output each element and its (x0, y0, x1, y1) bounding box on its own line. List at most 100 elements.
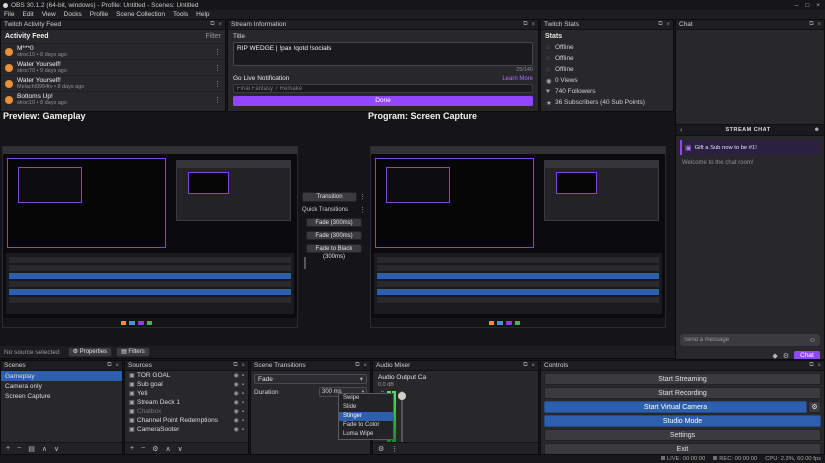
move-source-down-button[interactable]: ∨ (178, 445, 183, 453)
dropdown-option-swipe[interactable]: Swipe (339, 394, 393, 403)
scene-item-screen-capture[interactable]: Screen Capture (1, 391, 122, 401)
lock-icon[interactable]: ▪ (242, 382, 244, 388)
move-scene-down-button[interactable]: ∨ (54, 445, 59, 453)
quick-transition-button[interactable]: Fade to Black (300ms) (306, 244, 362, 260)
lock-icon[interactable]: ▪ (242, 391, 244, 397)
scene-item-gameplay[interactable]: Gameplay (1, 371, 122, 381)
popout-icon[interactable]: ⧉ (107, 362, 111, 369)
menu-help[interactable]: Help (192, 11, 213, 18)
source-item[interactable]: ▣ CameraSooter ◉ ▪ (125, 425, 248, 434)
source-item[interactable]: ▣ TOR GOAL ◉ ▪ (125, 371, 248, 380)
transition-select[interactable]: Fade ▾ (254, 374, 367, 384)
exit-button[interactable]: Exit (544, 443, 821, 454)
popout-icon[interactable]: ⧉ (658, 21, 662, 28)
add-scene-button[interactable]: + (6, 445, 10, 452)
chat-send-button[interactable]: Chat (794, 350, 820, 359)
kebab-icon[interactable]: ⋮ (214, 96, 221, 104)
lock-icon[interactable]: ▪ (242, 427, 244, 433)
source-properties-button[interactable]: ⚙ (152, 445, 158, 453)
transition-scrollbar[interactable] (304, 257, 306, 269)
close-dock-icon[interactable]: × (363, 363, 367, 369)
mixer-menu-icon[interactable]: ⋮ (391, 445, 398, 453)
quick-transition-button[interactable]: Fade (300ms) (306, 231, 362, 240)
lock-icon[interactable]: ▪ (242, 409, 244, 415)
chat-message-input[interactable] (684, 337, 809, 343)
popout-icon[interactable]: ⧉ (355, 362, 359, 369)
close-dock-icon[interactable]: × (531, 22, 535, 28)
activity-feed-filter[interactable]: Filter (205, 33, 221, 40)
virtual-camera-settings-icon[interactable]: ⚙ (808, 401, 821, 413)
remove-source-button[interactable]: − (141, 445, 145, 452)
settings-button[interactable]: Settings (544, 429, 821, 441)
minimize-icon[interactable]: – (795, 2, 799, 9)
scene-filters-button[interactable]: ▤ (28, 445, 35, 453)
close-dock-icon[interactable]: × (666, 22, 670, 28)
popout-icon[interactable]: ⧉ (233, 362, 237, 369)
activity-item[interactable]: Water Yourself! Melachi0954tv • 8 days a… (1, 75, 225, 91)
eye-icon[interactable]: ◉ (234, 381, 239, 388)
quick-transition-button[interactable]: Fade (300ms) (306, 218, 362, 227)
close-dock-icon[interactable]: × (817, 22, 821, 28)
studio-mode-button[interactable]: Studio Mode (544, 415, 821, 427)
quick-transitions-menu-icon[interactable]: ⋮ (359, 206, 366, 214)
source-item[interactable]: ▣ Channel Point Redemptions ◉ ▪ (125, 416, 248, 425)
eye-icon[interactable]: ◉ (234, 417, 239, 424)
source-item[interactable]: ▣ Sub goal ◉ ▪ (125, 380, 248, 389)
move-source-up-button[interactable]: ∧ (165, 445, 170, 453)
eye-icon[interactable]: ◉ (234, 390, 239, 397)
popout-icon[interactable]: ⧉ (210, 21, 214, 28)
close-dock-icon[interactable]: × (115, 363, 119, 369)
menu-profile[interactable]: Profile (86, 11, 112, 18)
maximize-icon[interactable]: □ (805, 2, 809, 9)
menu-view[interactable]: View (38, 11, 60, 18)
close-dock-icon[interactable]: × (241, 363, 245, 369)
eye-icon[interactable]: ◉ (234, 372, 239, 379)
activity-item[interactable]: Bottoms Up! stroc10 • 8 days ago ⋮ (1, 91, 225, 107)
eye-icon[interactable]: ◉ (234, 426, 239, 433)
program-canvas[interactable] (370, 146, 666, 328)
menu-file[interactable]: File (0, 11, 18, 18)
dropdown-option-luma-wipe[interactable]: Luma Wipe (339, 430, 393, 439)
remove-scene-button[interactable]: − (17, 445, 21, 452)
chat-settings-icon[interactable]: ⚙ (783, 352, 789, 360)
menu-tools[interactable]: Tools (169, 11, 192, 18)
source-item[interactable]: ▣ Chatbox ◉ ▪ (125, 407, 248, 416)
start-streaming-button[interactable]: Start Streaming (544, 373, 821, 385)
viewers-icon[interactable]: ☻ (814, 127, 820, 133)
popout-icon[interactable]: ⧉ (523, 21, 527, 28)
popout-icon[interactable]: ⧉ (809, 21, 813, 28)
close-dock-icon[interactable]: × (531, 363, 535, 369)
source-item[interactable]: ▣ Stream Deck 1 ◉ ▪ (125, 398, 248, 407)
preview-canvas[interactable] (2, 146, 298, 328)
popout-icon[interactable]: ⧉ (523, 362, 527, 369)
emote-icon[interactable]: ☺ (809, 337, 816, 344)
lock-icon[interactable]: ▪ (242, 400, 244, 406)
kebab-icon[interactable]: ⋮ (214, 64, 221, 72)
activity-item[interactable]: Water Yourself! stroc70 • 9 days ago ⋮ (1, 59, 225, 75)
eye-icon[interactable]: ◉ (234, 399, 239, 406)
popout-icon[interactable]: ⧉ (809, 362, 813, 369)
add-source-button[interactable]: + (130, 445, 134, 452)
kebab-icon[interactable]: ⋮ (214, 48, 221, 56)
filters-button[interactable]: ▤ Filters (116, 347, 150, 357)
go-live-input[interactable] (233, 84, 533, 93)
activity-item[interactable]: M***0 stroc10 • 8 days ago ⋮ (1, 43, 225, 59)
menu-edit[interactable]: Edit (18, 11, 37, 18)
done-button[interactable]: Done (233, 96, 533, 106)
mixer-settings-icon[interactable]: ⚙ (378, 445, 384, 453)
close-dock-icon[interactable]: × (817, 363, 821, 369)
move-scene-up-button[interactable]: ∧ (42, 445, 47, 453)
learn-more-link[interactable]: Learn More (502, 76, 533, 82)
lock-icon[interactable]: ▪ (242, 418, 244, 424)
kebab-icon[interactable]: ⋮ (214, 80, 221, 88)
menu-scene-collection[interactable]: Scene Collection (112, 11, 169, 18)
properties-button[interactable]: ⚙ Properties (67, 347, 113, 357)
menu-docks[interactable]: Docks (60, 11, 86, 18)
gift-sub-banner[interactable]: ▣ Gift a Sub now to be #1! (680, 140, 820, 155)
volume-slider-handle[interactable] (398, 392, 406, 400)
dropdown-option-fade-to-color[interactable]: Fade to Color (339, 421, 393, 430)
start-virtual-camera-button[interactable]: Start Virtual Camera (544, 401, 807, 413)
start-recording-button[interactable]: Start Recording (544, 387, 821, 399)
transition-menu-icon[interactable]: ⋮ (359, 193, 366, 201)
dropdown-option-stinger[interactable]: Stinger (339, 412, 393, 421)
